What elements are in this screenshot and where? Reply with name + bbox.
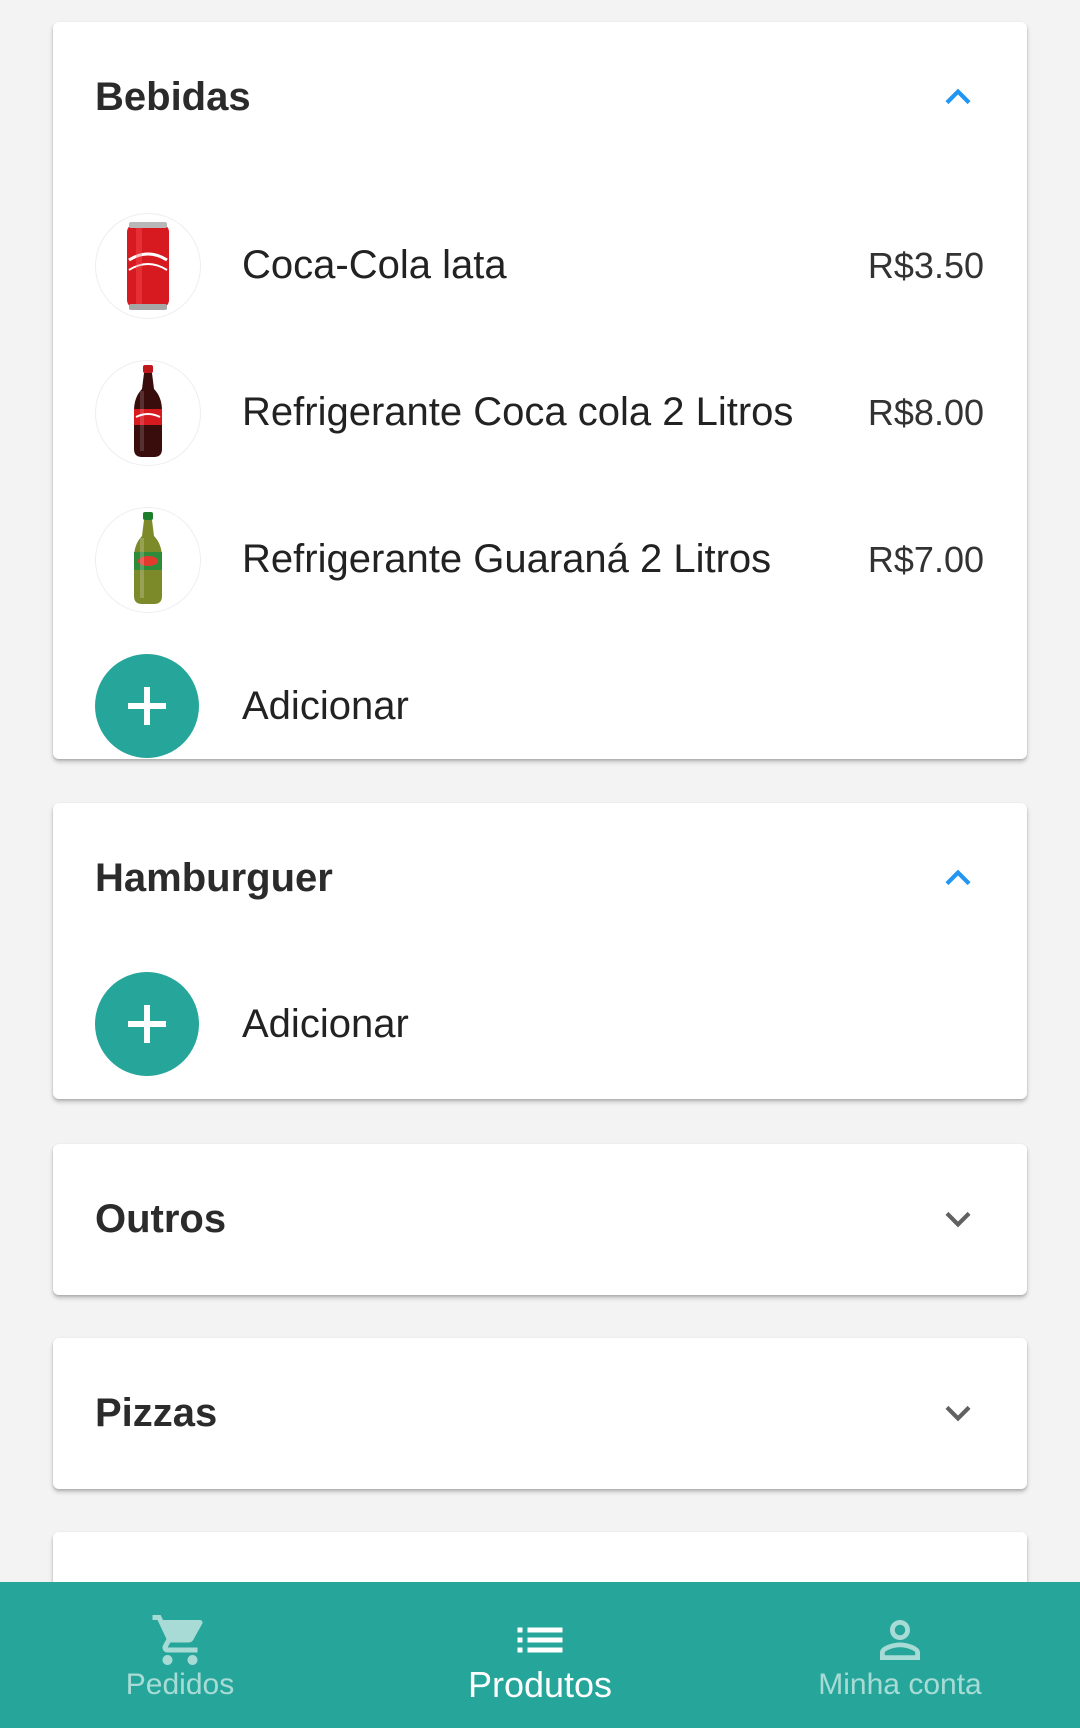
chevron-down-icon[interactable] [933, 1194, 983, 1244]
account-icon [870, 1610, 930, 1670]
category-card-outros: Outros [53, 1144, 1027, 1295]
category-header-pizzas[interactable]: Pizzas [53, 1338, 1027, 1488]
chevron-up-icon[interactable] [933, 853, 983, 903]
cart-icon [150, 1610, 210, 1670]
product-image-coca-cola-bottle [95, 360, 201, 466]
plus-icon [128, 687, 166, 725]
add-label: Adicionar [242, 1002, 409, 1046]
list-icon [510, 1610, 570, 1670]
add-button[interactable] [95, 972, 199, 1076]
nav-item-minha-conta[interactable]: Minha conta [720, 1582, 1080, 1728]
content-area: Bebidas Coca-Cola lata R$3.50 Refrigeran… [0, 0, 1080, 1582]
product-price: R$7.00 [867, 539, 984, 580]
category-card-partial [53, 1532, 1027, 1582]
product-image-coca-cola-can [95, 213, 201, 319]
category-card-hamburguer: Hamburguer Adicionar [53, 803, 1027, 1099]
nav-label: Minha conta [818, 1668, 982, 1701]
bottom-navigation: Pedidos Produtos Minha conta [0, 1582, 1080, 1728]
chevron-up-icon[interactable] [933, 72, 983, 122]
category-header-hamburguer[interactable]: Hamburguer [53, 803, 1027, 953]
add-label: Adicionar [242, 684, 409, 728]
category-title: Pizzas [95, 1391, 218, 1435]
chevron-down-icon[interactable] [933, 1388, 983, 1438]
product-image-guarana-bottle [95, 507, 201, 613]
product-name: Refrigerante Guaraná 2 Litros [242, 537, 772, 581]
product-row[interactable]: Coca-Cola lata R$3.50 [53, 192, 1027, 339]
category-title: Hamburguer [95, 856, 333, 900]
add-product-row[interactable]: Adicionar [53, 633, 1027, 780]
category-title: Bebidas [95, 75, 251, 119]
add-product-row[interactable]: Adicionar [53, 951, 1027, 1098]
nav-label: Pedidos [125, 1668, 235, 1701]
category-title: Outros [95, 1197, 227, 1241]
nav-item-produtos[interactable]: Produtos [360, 1582, 720, 1728]
product-price: R$8.00 [867, 392, 984, 433]
nav-item-pedidos[interactable]: Pedidos [0, 1582, 360, 1728]
product-name: Coca-Cola lata [242, 243, 507, 287]
plus-icon [128, 1005, 166, 1043]
product-name: Refrigerante Coca cola 2 Litros [242, 390, 794, 434]
product-row[interactable]: Refrigerante Guaraná 2 Litros R$7.00 [53, 486, 1027, 633]
category-card-bebidas: Bebidas Coca-Cola lata R$3.50 Refrigeran… [53, 22, 1027, 759]
category-header-outros[interactable]: Outros [53, 1144, 1027, 1294]
category-header-bebidas[interactable]: Bebidas [53, 22, 1027, 172]
add-button[interactable] [95, 654, 199, 758]
nav-label: Produtos [467, 1664, 613, 1705]
product-row[interactable]: Refrigerante Coca cola 2 Litros R$8.00 [53, 339, 1027, 486]
category-card-pizzas: Pizzas [53, 1338, 1027, 1489]
product-price: R$3.50 [867, 245, 984, 286]
